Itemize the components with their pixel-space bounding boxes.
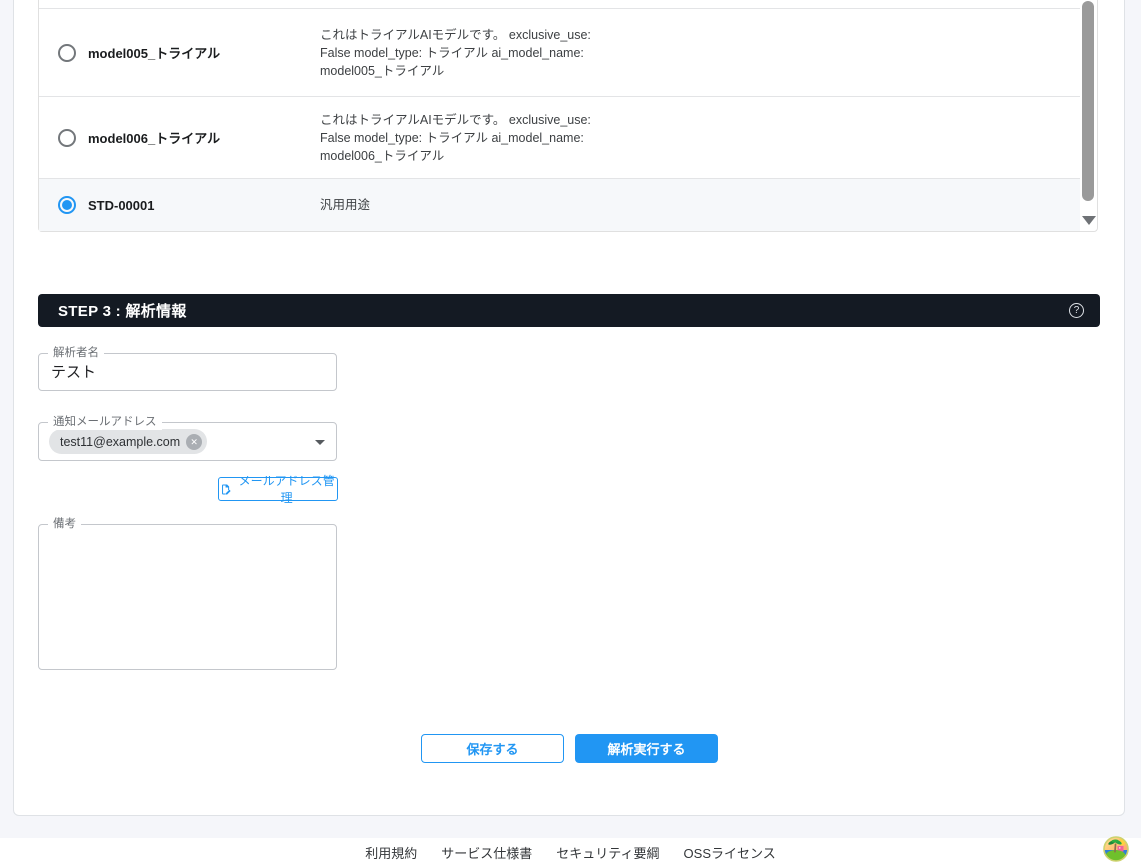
scrollbar-thumb[interactable] [1082, 1, 1094, 201]
scrollbar-down-button[interactable] [1081, 214, 1096, 226]
list-filler-row [39, 0, 1080, 8]
remarks-label: 備考 [48, 517, 81, 532]
email-select[interactable]: 通知メールアドレス test11@example.com ✕ [38, 422, 337, 461]
edit-document-icon [219, 483, 231, 496]
manage-email-label: メールアドレス管理 [236, 472, 337, 506]
island-icon[interactable] [1103, 836, 1129, 862]
email-chip[interactable]: test11@example.com ✕ [49, 429, 207, 454]
footer-link-security[interactable]: セキュリティ要綱 [556, 843, 659, 862]
step3-title: STEP 3 : 解析情報 [58, 300, 187, 321]
radio-button[interactable] [58, 44, 76, 62]
remarks-textarea[interactable] [50, 535, 325, 661]
manage-email-button[interactable]: メールアドレス管理 [218, 477, 338, 501]
email-select-label: 通知メールアドレス [48, 415, 162, 430]
save-button[interactable]: 保存する [421, 734, 564, 763]
chip-remove-icon[interactable]: ✕ [186, 434, 202, 450]
radio-button-selected-icon[interactable] [58, 196, 76, 214]
radio-button[interactable] [58, 129, 76, 147]
analyst-name-label: 解析者名 [48, 346, 104, 361]
footer-link-terms[interactable]: 利用規約 [365, 843, 417, 862]
model-description: 汎用用途 [320, 196, 592, 214]
analyst-name-field[interactable]: 解析者名 [38, 353, 337, 391]
model-name: STD-00001 [88, 198, 320, 213]
analyst-name-input[interactable] [51, 363, 324, 380]
model-name: model006_トライアル [88, 128, 320, 147]
model-list: model005_トライアル これはトライアルAIモデルです。 exclusiv… [38, 0, 1098, 232]
remarks-field[interactable]: 備考 [38, 524, 337, 670]
email-chip-text: test11@example.com [60, 435, 180, 449]
footer-link-service-spec[interactable]: サービス仕様書 [441, 843, 532, 862]
execute-analysis-button[interactable]: 解析実行する [575, 734, 718, 763]
footer: 利用規約 サービス仕様書 セキュリティ要綱 OSSライセンス [0, 838, 1141, 866]
model-name: model005_トライアル [88, 43, 320, 62]
model-description: これはトライアルAIモデルです。 exclusive_use: False mo… [320, 26, 592, 80]
help-icon[interactable]: ? [1069, 303, 1084, 318]
model-row[interactable]: model005_トライアル これはトライアルAIモデルです。 exclusiv… [39, 8, 1080, 96]
model-row[interactable]: model006_トライアル これはトライアルAIモデルです。 exclusiv… [39, 96, 1080, 178]
chevron-down-icon [315, 440, 325, 445]
scroll-down-icon [1082, 216, 1096, 225]
scrollbar-track[interactable] [1080, 0, 1097, 231]
model-description: これはトライアルAIモデルです。 exclusive_use: False mo… [320, 111, 592, 165]
footer-link-oss-license[interactable]: OSSライセンス [684, 843, 776, 862]
screen: model005_トライアル これはトライアルAIモデルです。 exclusiv… [0, 0, 1141, 866]
model-row-selected[interactable]: STD-00001 汎用用途 [39, 178, 1080, 231]
step3-header: STEP 3 : 解析情報 ? [38, 294, 1100, 327]
